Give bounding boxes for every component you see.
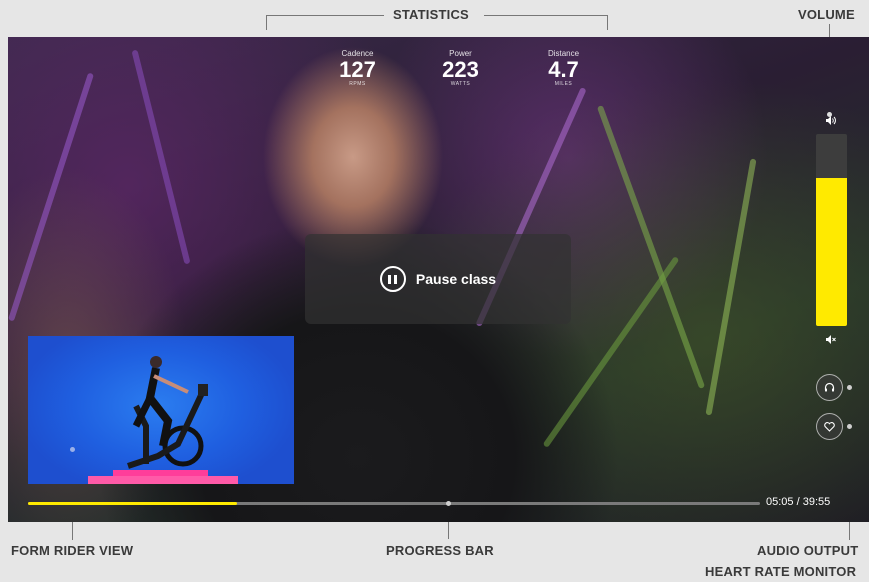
- statistics-bracket-left: [266, 15, 384, 16]
- form-rider-view-leader-dot: [70, 447, 75, 452]
- stat-value: 127: [339, 57, 376, 82]
- heart-rate-monitor-callout: HEART RATE MONITOR: [705, 564, 857, 579]
- volume-slider[interactable]: [816, 134, 847, 326]
- statistics-bracket-left-tick: [266, 15, 267, 30]
- stat-unit: WATTS: [450, 81, 471, 87]
- progress-bar-callout: PROGRESS BAR: [386, 543, 494, 558]
- statistics-callout: STATISTICS: [393, 7, 469, 22]
- audio-output-leader-dot: [847, 385, 852, 390]
- progress-bar[interactable]: [28, 502, 760, 505]
- form-rider-view-callout: FORM RIDER VIEW: [11, 543, 134, 558]
- stat-unit: RPMS: [349, 81, 366, 87]
- time-separator: /: [793, 496, 803, 508]
- audio-output-button[interactable]: [816, 374, 843, 401]
- stat-distance: Distance 4.7 MILES: [512, 49, 615, 87]
- volume-mute-icon: [824, 335, 838, 346]
- statistics-bracket-right-tick: [607, 15, 608, 30]
- light-streak: [131, 49, 191, 265]
- pause-class-label: Pause class: [415, 271, 497, 287]
- stat-label: Distance: [547, 49, 580, 58]
- volume-high-icon: [824, 116, 838, 127]
- elapsed-time: 05:05: [766, 496, 794, 508]
- stat-label: Cadence: [341, 49, 374, 58]
- heart-rate-button[interactable]: [816, 413, 843, 440]
- pause-icon: [379, 266, 406, 292]
- stat-power: Power 223 WATTS: [409, 49, 512, 87]
- statistics-panel: Cadence 127 RPMS Power 223 WATTS Distanc…: [306, 49, 615, 87]
- heart-icon: [824, 421, 835, 432]
- stat-value: 223: [442, 57, 479, 82]
- time-readout: 05:05 / 39:55: [766, 496, 830, 508]
- rider-illustration: [88, 356, 238, 484]
- stat-cadence: Cadence 127 RPMS: [306, 49, 409, 87]
- stat-label: Power: [449, 49, 472, 58]
- volume-level: [816, 178, 847, 326]
- stat-unit: MILES: [554, 81, 573, 87]
- heart-rate-leader-dot: [847, 424, 852, 429]
- headphones-icon: [824, 382, 835, 392]
- progress-bar-leader-dot: [446, 501, 451, 506]
- form-rider-view[interactable]: [28, 336, 294, 484]
- statistics-bracket-right: [484, 15, 607, 16]
- stat-value: 4.7: [548, 57, 579, 82]
- pause-class-button[interactable]: Pause class: [305, 234, 571, 324]
- video-player[interactable]: Cadence 127 RPMS Power 223 WATTS Distanc…: [8, 37, 869, 522]
- total-time: 39:55: [802, 496, 831, 508]
- light-streak: [705, 158, 757, 416]
- volume-callout: VOLUME: [798, 7, 855, 22]
- light-streak: [8, 72, 95, 322]
- progress-fill: [28, 502, 237, 505]
- volume-leader-dot: [827, 112, 832, 117]
- audio-output-callout: AUDIO OUTPUT: [757, 543, 859, 558]
